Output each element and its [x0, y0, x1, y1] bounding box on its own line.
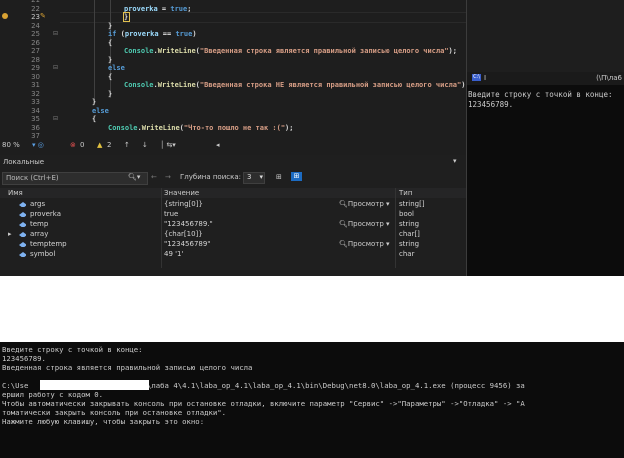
locals-window: Локальные ▾ Поиск (Ctrl+E) 🔍︎▾ ← → Глуби…: [0, 155, 466, 276]
line-number: 29: [31, 64, 40, 72]
code-line: }: [108, 21, 113, 30]
search-back-icon[interactable]: ←: [151, 173, 157, 181]
line-number: 34: [31, 106, 40, 115]
redaction-box: [40, 380, 149, 390]
line-number: 30: [31, 72, 40, 81]
line-number: 27: [31, 47, 40, 55]
breakpoint-icon[interactable]: [2, 13, 8, 19]
variable-icon: [19, 212, 26, 217]
line-number-current: 23: [31, 13, 40, 21]
edit-pencil-icon: ✎: [40, 12, 46, 20]
locals-title: Локальные: [3, 158, 45, 166]
search-depth-label: Глубина поиска:: [180, 173, 241, 181]
console-title-bar[interactable]: C:\ I (\П\ла6: [467, 72, 624, 85]
error-icon[interactable]: ⊗: [70, 141, 76, 149]
issue-filter-icon[interactable]: │ ⇆▾: [160, 141, 176, 149]
variable-icon: [19, 242, 26, 247]
zoom-dropdown-icon[interactable]: ▾ ◎: [32, 141, 44, 149]
line-number: 35: [31, 115, 40, 123]
previous-issue-icon[interactable]: ↑: [124, 141, 130, 149]
chevron-down-icon: ▾: [259, 173, 263, 181]
code-editor[interactable]: ✎ 21 22 23 24 25 26 27 28 29 30 31 32 33…: [0, 0, 466, 150]
console-line: томатически закрыть консоль при остановк…: [2, 408, 227, 417]
code-line: }: [108, 55, 113, 64]
indent-guide: [94, 0, 95, 104]
console-line: 123456789.: [2, 354, 46, 363]
warning-count[interactable]: 2: [107, 141, 111, 149]
variable-icon: [19, 222, 26, 227]
code-line: else: [108, 64, 125, 72]
preview-dropdown[interactable]: 🔍︎Просмотр ▾: [339, 200, 390, 208]
locals-header-row: Имя Значение Тип: [0, 188, 466, 198]
console-line: 123456789.: [468, 100, 514, 109]
line-number: 24: [31, 21, 40, 30]
line-number: 33: [31, 98, 40, 106]
preview-dropdown[interactable]: 🔍︎Просмотр ▾: [339, 240, 390, 248]
debug-console-window[interactable]: C:\ I (\П\ла6 Введите строку с точкой в …: [467, 72, 624, 276]
console-line: Введенная строка является правильной зап…: [2, 363, 253, 372]
breakpoint-gutter[interactable]: [0, 0, 10, 150]
current-line-highlight: [60, 12, 466, 23]
console-app-icon: C:\: [472, 74, 481, 81]
locals-row[interactable]: ▸ array {char[10]} char[]: [0, 229, 466, 239]
pane-menu-icon[interactable]: ▾: [453, 157, 457, 165]
line-number: 25: [31, 30, 40, 38]
search-depth-select[interactable]: 3 ▾: [243, 172, 265, 184]
code-line: {: [108, 72, 113, 81]
pin-icon[interactable]: ⊞: [276, 173, 282, 181]
column-type[interactable]: Тип: [399, 189, 412, 197]
locals-row[interactable]: temp "123456789." 🔍︎Просмотр ▾ string: [0, 219, 466, 229]
next-issue-icon[interactable]: ↓: [142, 141, 148, 149]
column-name[interactable]: Имя: [8, 189, 23, 197]
preview-dropdown[interactable]: 🔍︎Просмотр ▾: [339, 220, 390, 228]
locals-row[interactable]: temptemp "123456789" 🔍︎Просмотр ▾ string: [0, 239, 466, 249]
search-icon[interactable]: 🔍︎▾: [128, 173, 140, 181]
locals-search-input[interactable]: Поиск (Ctrl+E): [2, 172, 148, 185]
line-number: 28: [31, 55, 40, 64]
text-caret: [123, 12, 130, 22]
code-line: {: [108, 38, 113, 47]
editor-status-bar: 80 % ▾ ◎ ⊗ 0 ▲ 2 ↑ ↓ │ ⇆▾ ◂: [0, 140, 466, 150]
code-line: Console.WriteLine("Введенная строка явля…: [124, 47, 457, 55]
zoom-level[interactable]: 80 %: [2, 141, 20, 149]
scroll-left-icon[interactable]: ◂: [216, 141, 220, 149]
code-line: Console.WriteLine("Что-то пошло не так :…: [108, 123, 294, 132]
line-number: 32: [31, 89, 40, 98]
visual-studio-screenshot: ✎ 21 22 23 24 25 26 27 28 29 30 31 32 33…: [0, 0, 624, 276]
console-line: Нажмите любую клавишу, чтобы закрыть это…: [2, 417, 205, 426]
locals-row[interactable]: proverka true bool: [0, 209, 466, 219]
column-value[interactable]: Значение: [164, 189, 199, 197]
console-line: Чтобы автоматически закрывать консоль пр…: [2, 399, 525, 408]
code-line: }: [108, 89, 113, 98]
code-line: }: [92, 98, 97, 106]
collapse-toggle[interactable]: ⊟: [53, 30, 58, 39]
variable-icon: [19, 232, 26, 237]
error-count[interactable]: 0: [80, 141, 84, 149]
code-line: Console.WriteLine("Введенная строка НЕ я…: [124, 81, 466, 89]
collapse-toggle[interactable]: ⊟: [53, 115, 58, 124]
line-number: 36: [31, 123, 40, 132]
code-line: proverka = true;: [124, 4, 192, 13]
locals-row[interactable]: symbol 49 '1' char: [0, 249, 466, 259]
line-number: 22: [31, 4, 40, 13]
warning-icon[interactable]: ▲: [97, 141, 102, 149]
hex-display-icon[interactable]: ⊞: [291, 172, 302, 181]
collapse-toggle[interactable]: ⊟: [53, 64, 58, 73]
locals-row[interactable]: args {string[0]} 🔍︎Просмотр ▾ string[]: [0, 199, 466, 209]
console-line: Введите строку с точкой в конце:: [468, 90, 613, 99]
variable-icon: [19, 202, 26, 207]
code-line: {: [92, 115, 97, 123]
expand-arrow-icon[interactable]: ▸: [8, 230, 12, 238]
variable-icon: [19, 252, 26, 257]
search-forward-icon[interactable]: →: [165, 173, 171, 181]
line-number: 26: [31, 38, 40, 47]
console-line: Введите строку с точкой в конце:: [2, 345, 143, 354]
code-line: else: [92, 106, 109, 115]
code-line: if (proverka == true): [108, 30, 197, 38]
console-output-window[interactable]: Введите строку с точкой в конце: 1234567…: [0, 342, 624, 458]
indent-guide: [110, 0, 111, 98]
console-line: ершил работу с кодом 0.: [2, 390, 104, 399]
line-number: 31: [31, 81, 40, 89]
